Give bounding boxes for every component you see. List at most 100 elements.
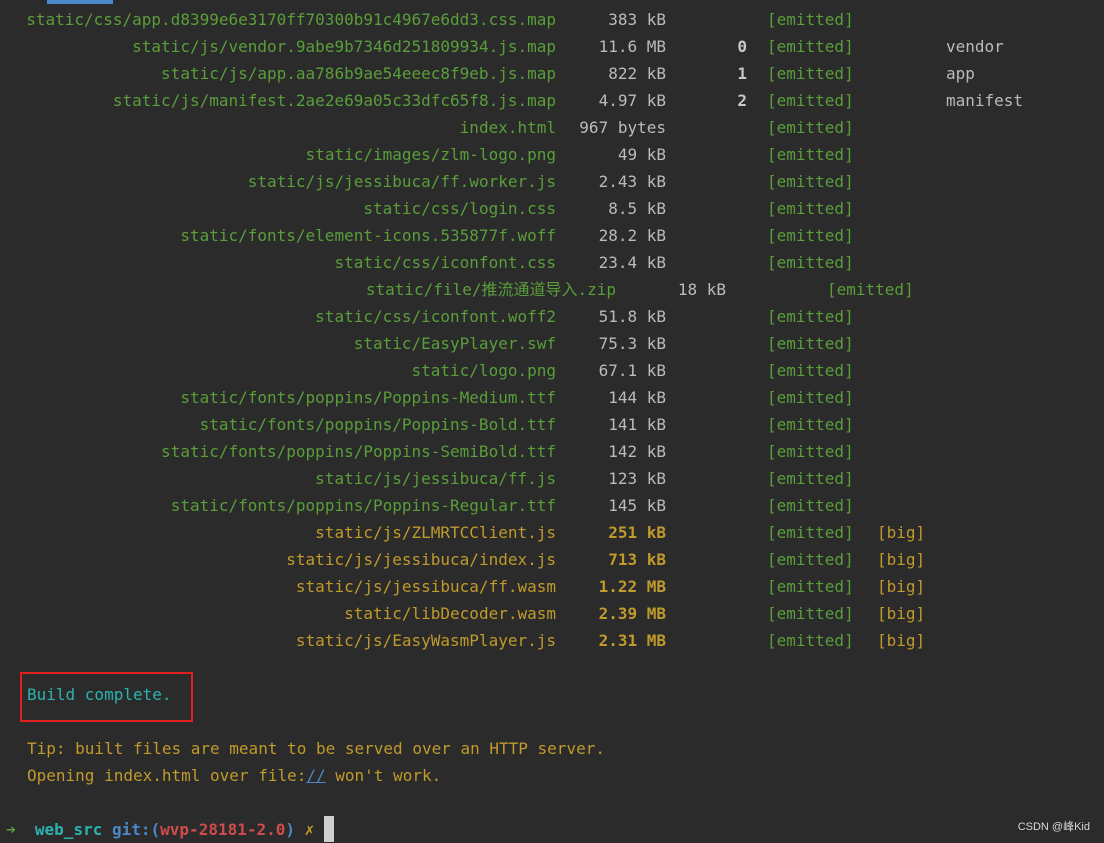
asset-size: 251 kB (608, 523, 666, 542)
asset-row: static/fonts/element-icons.535877f.woff 2… (0, 222, 1104, 249)
prompt-branch: wvp-28181-2.0 (160, 820, 286, 839)
asset-row: static/js/EasyWasmPlayer.js 2.31 MB [emitt… (0, 627, 1104, 654)
asset-row: static/js/jessibuca/ff.worker.js 2.43 kB [… (0, 168, 1104, 195)
asset-big-flag: [big] (877, 577, 926, 596)
asset-size: 2.39 MB (598, 604, 666, 623)
asset-big-flag: [big] (877, 631, 926, 650)
asset-row: static/css/iconfont.css 23.4 kB [emitted] (0, 249, 1104, 276)
asset-row: static/js/app.aa786b9ae54eeec8f9eb.js.ma… (0, 60, 1104, 87)
asset-row: static/libDecoder.wasm 2.39 MB [emitted] [b… (0, 600, 1104, 627)
asset-status: [emitted] (767, 469, 854, 488)
asset-status: [emitted] (767, 604, 854, 623)
asset-size: 75.3 kB (598, 334, 666, 353)
asset-file-path: static/js/vendor.9abe9b7346d251809934.js… (132, 37, 556, 56)
asset-file-path: static/js/ZLMRTCClient.js (315, 523, 556, 542)
build-complete-message: Build complete. (27, 685, 172, 704)
prompt-arrow-icon: ➜ (6, 820, 16, 839)
asset-size: 28.2 kB (598, 226, 666, 245)
asset-size: 141 kB (608, 415, 666, 434)
asset-row: static/css/iconfont.woff2 51.8 kB [emitted… (0, 303, 1104, 330)
asset-chunk-name: app (946, 64, 975, 83)
tip-line: Tip: built files are meant to be served … (27, 739, 605, 758)
asset-status: [emitted] (767, 577, 854, 596)
asset-status: [emitted] (767, 37, 854, 56)
asset-status: [emitted] (767, 415, 854, 434)
asset-file-path: static/fonts/poppins/Poppins-Medium.ttf (180, 388, 556, 407)
asset-chunk-name: manifest (946, 91, 1024, 110)
asset-row: static/EasyPlayer.swf 75.3 kB [emitted] (0, 330, 1104, 357)
asset-big-flag: [big] (877, 550, 926, 569)
asset-status: [emitted] (767, 334, 854, 353)
asset-row: index.html 967 bytes [emitted] (0, 114, 1104, 141)
prompt-directory: web_src (34, 820, 103, 839)
asset-size: 123 kB (608, 469, 666, 488)
asset-status: [emitted] (767, 10, 854, 29)
asset-size: 967 bytes (579, 118, 666, 137)
asset-size: 2.43 kB (598, 172, 666, 191)
asset-status: [emitted] (767, 361, 854, 380)
asset-row: static/css/app.d8399e6e3170ff70300b91c49… (0, 6, 1104, 33)
asset-size: 23.4 kB (598, 253, 666, 272)
asset-status: [emitted] (767, 64, 854, 83)
asset-file-path: static/EasyPlayer.swf (353, 334, 556, 353)
asset-size: 713 kB (608, 550, 666, 569)
asset-status: [emitted] (767, 442, 854, 461)
asset-row: static/js/ZLMRTCClient.js 251 kB [emitted]… (0, 519, 1104, 546)
asset-row: static/js/vendor.9abe9b7346d251809934.js… (0, 33, 1104, 60)
asset-row: static/js/jessibuca/ff.js 123 kB [emitted] (0, 465, 1104, 492)
asset-file-path: static/fonts/poppins/Poppins-SemiBold.tt… (161, 442, 556, 461)
asset-size: 142 kB (608, 442, 666, 461)
asset-row: static/fonts/poppins/Poppins-Bold.ttf 141… (0, 411, 1104, 438)
asset-size: 383 kB (608, 10, 666, 29)
asset-file-path: static/css/login.css (363, 199, 556, 218)
shell-prompt[interactable]: ➜ web_src git:(wvp-28181-2.0) ✗ (6, 816, 334, 843)
asset-row: static/js/manifest.2ae2e69a05c33dfc65f8.… (0, 87, 1104, 114)
asset-size: 51.8 kB (598, 307, 666, 326)
asset-big-flag: [big] (877, 523, 926, 542)
asset-big-flag: [big] (877, 604, 926, 623)
asset-status: [emitted] (767, 523, 854, 542)
prompt-git-close: ) (285, 820, 296, 839)
terminal-output[interactable]: static/css/app.d8399e6e3170ff70300b91c49… (0, 0, 1104, 842)
asset-status: [emitted] (767, 91, 854, 110)
asset-size: 144 kB (608, 388, 666, 407)
asset-size: 4.97 kB (598, 91, 666, 110)
asset-file-path: static/libDecoder.wasm (344, 604, 556, 623)
asset-size: 145 kB (608, 496, 666, 515)
asset-size: 822 kB (608, 64, 666, 83)
tip-warning-text: Opening index.html over file: (27, 766, 307, 785)
asset-status: [emitted] (767, 172, 854, 191)
asset-row: static/logo.png 67.1 kB [emitted] (0, 357, 1104, 384)
file-protocol-link[interactable]: // (306, 766, 325, 785)
asset-file-path: index.html (459, 118, 556, 137)
asset-size: 49 kB (617, 145, 666, 164)
asset-chunk-name: vendor (946, 37, 1004, 56)
asset-file-path: static/js/EasyWasmPlayer.js (295, 631, 556, 650)
asset-file-path: static/fonts/poppins/Poppins-Bold.ttf (199, 415, 556, 434)
asset-file-path: static/css/app.d8399e6e3170ff70300b91c49… (26, 10, 556, 29)
asset-size: 18 kB (677, 280, 726, 299)
asset-row: static/file/推流通道导入.zip 18 kB [emitted] (0, 276, 1104, 303)
terminal-cursor[interactable] (323, 816, 334, 842)
asset-file-path: static/css/iconfont.css (334, 253, 556, 272)
asset-row: static/css/login.css 8.5 kB [emitted] (0, 195, 1104, 222)
asset-row: static/js/jessibuca/index.js 713 kB [emitt… (0, 546, 1104, 573)
asset-size: 11.6 MB (598, 37, 666, 56)
asset-file-path: static/js/jessibuca/index.js (286, 550, 556, 569)
asset-file-path: static/js/jessibuca/ff.wasm (295, 577, 556, 596)
asset-status: [emitted] (827, 280, 914, 299)
asset-chunk-id: 0 (737, 37, 747, 56)
asset-size: 8.5 kB (608, 199, 666, 218)
tip-warning-suffix: won't work. (325, 766, 442, 785)
prompt-git-label: git:( (111, 820, 161, 839)
watermark: CSDN @峰Kid (1017, 821, 1090, 833)
tab-indicator (47, 0, 113, 4)
asset-row: static/fonts/poppins/Poppins-SemiBold.tt… (0, 438, 1104, 465)
asset-file-path: static/js/jessibuca/ff.js (315, 469, 556, 488)
asset-size: 67.1 kB (598, 361, 666, 380)
asset-row: static/js/jessibuca/ff.wasm 1.22 MB [emitt… (0, 573, 1104, 600)
asset-status: [emitted] (767, 253, 854, 272)
asset-file-path: static/fonts/poppins/Poppins-Regular.ttf (170, 496, 556, 515)
prompt-dirty-icon: ✗ (304, 820, 315, 839)
asset-file-path: static/js/manifest.2ae2e69a05c33dfc65f8.… (112, 91, 556, 110)
